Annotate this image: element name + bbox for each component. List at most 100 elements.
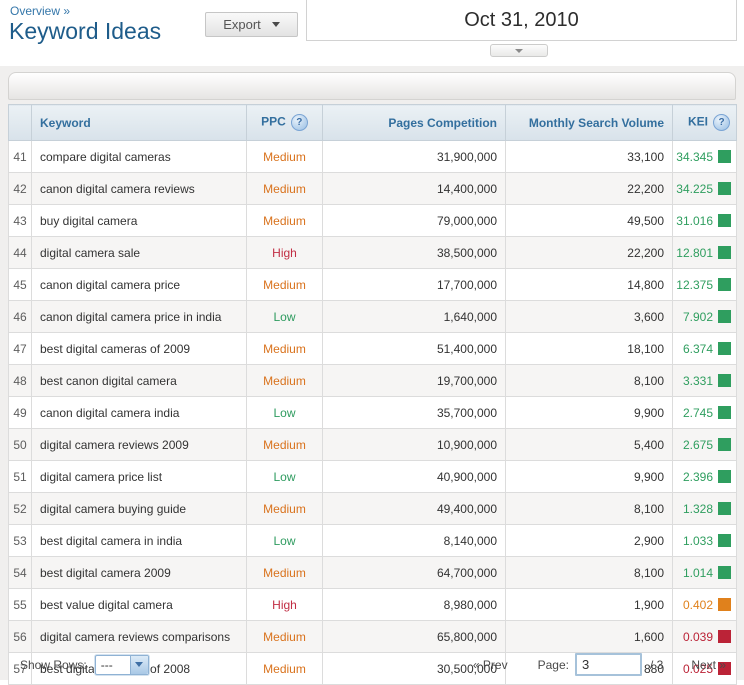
- keyword-cell[interactable]: best canon digital camera: [32, 365, 247, 397]
- keyword-cell[interactable]: buy digital camera: [32, 205, 247, 237]
- search-volume-value: 9,900: [506, 397, 673, 429]
- keyword-cell[interactable]: digital camera reviews comparisons: [32, 621, 247, 653]
- keyword-cell[interactable]: digital camera sale: [32, 237, 247, 269]
- row-number: 48: [9, 365, 32, 397]
- keyword-cell[interactable]: canon digital camera price: [32, 269, 247, 301]
- prev-page-button[interactable]: « Prev: [473, 658, 508, 672]
- kei-value: 1.014: [683, 566, 713, 580]
- ppc-value: Medium: [263, 214, 306, 228]
- kei-value: 2.396: [683, 470, 713, 484]
- kei-indicator-icon: [718, 470, 731, 483]
- ppc-value: Low: [273, 470, 295, 484]
- next-page-button[interactable]: Next »: [691, 658, 726, 672]
- table-row[interactable]: 53 best digital camera in india Low 8,14…: [9, 525, 737, 557]
- kei-indicator-icon: [718, 438, 731, 451]
- kei-indicator-icon: [718, 342, 731, 355]
- kei-value: 3.331: [683, 374, 713, 388]
- kei-indicator-icon: [718, 566, 731, 579]
- row-number: 41: [9, 141, 32, 173]
- column-header-search-volume[interactable]: Monthly Search Volume: [506, 105, 673, 141]
- column-header-number: [9, 105, 32, 141]
- search-volume-value: 22,200: [506, 173, 673, 205]
- keyword-cell[interactable]: best digital camera in india: [32, 525, 247, 557]
- pages-competition-value: 65,800,000: [323, 621, 506, 653]
- table-row[interactable]: 46 canon digital camera price in india L…: [9, 301, 737, 333]
- kei-value: 1.328: [683, 502, 713, 516]
- row-number: 47: [9, 333, 32, 365]
- search-volume-value: 2,900: [506, 525, 673, 557]
- table-row[interactable]: 48 best canon digital camera Medium 19,7…: [9, 365, 737, 397]
- table-row[interactable]: 45 canon digital camera price Medium 17,…: [9, 269, 737, 301]
- keyword-cell[interactable]: best value digital camera: [32, 589, 247, 621]
- ppc-value: Medium: [263, 502, 306, 516]
- kei-indicator-icon: [718, 374, 731, 387]
- ppc-value: High: [272, 598, 297, 612]
- table-row[interactable]: 47 best digital cameras of 2009 Medium 5…: [9, 333, 737, 365]
- ppc-value: Low: [273, 406, 295, 420]
- row-number: 42: [9, 173, 32, 205]
- keyword-cell[interactable]: best digital cameras of 2009: [32, 333, 247, 365]
- table-row[interactable]: 52 digital camera buying guide Medium 49…: [9, 493, 737, 525]
- keyword-cell[interactable]: digital camera price list: [32, 461, 247, 493]
- table-body: 41 compare digital cameras Medium 31,900…: [9, 141, 737, 685]
- keyword-cell[interactable]: compare digital cameras: [32, 141, 247, 173]
- column-header-kei[interactable]: KEI?: [673, 105, 737, 141]
- keyword-cell[interactable]: canon digital camera reviews: [32, 173, 247, 205]
- pages-competition-value: 64,700,000: [323, 557, 506, 589]
- pages-competition-value: 17,700,000: [323, 269, 506, 301]
- kei-value: 2.675: [683, 438, 713, 452]
- pages-competition-value: 14,400,000: [323, 173, 506, 205]
- kei-indicator-icon: [718, 534, 731, 547]
- table-row[interactable]: 56 digital camera reviews comparisons Me…: [9, 621, 737, 653]
- pages-competition-value: 40,900,000: [323, 461, 506, 493]
- table-row[interactable]: 55 best value digital camera High 8,980,…: [9, 589, 737, 621]
- chevron-down-icon: [135, 662, 143, 667]
- keyword-cell[interactable]: digital camera buying guide: [32, 493, 247, 525]
- column-header-label: KEI: [688, 115, 708, 129]
- kei-help-icon[interactable]: ?: [713, 114, 730, 131]
- kei-value: 12.375: [676, 278, 713, 292]
- date-panel-toggle-button[interactable]: [490, 44, 548, 57]
- kei-indicator-icon: [718, 630, 731, 643]
- table-row[interactable]: 43 buy digital camera Medium 79,000,000 …: [9, 205, 737, 237]
- date-range-display[interactable]: Oct 31, 2010: [306, 0, 737, 41]
- kei-value: 34.225: [676, 182, 713, 196]
- column-header-ppc[interactable]: PPC?: [247, 105, 323, 141]
- search-volume-value: 8,100: [506, 365, 673, 397]
- row-number: 46: [9, 301, 32, 333]
- select-dropdown-button[interactable]: [130, 656, 148, 674]
- ppc-help-icon[interactable]: ?: [291, 114, 308, 131]
- column-header-keyword[interactable]: Keyword: [32, 105, 247, 141]
- table-row[interactable]: 49 canon digital camera india Low 35,700…: [9, 397, 737, 429]
- search-volume-value: 5,400: [506, 429, 673, 461]
- column-header-label: Monthly Search Volume: [529, 116, 664, 130]
- search-volume-value: 49,500: [506, 205, 673, 237]
- ppc-value: Medium: [263, 374, 306, 388]
- table-row[interactable]: 51 digital camera price list Low 40,900,…: [9, 461, 737, 493]
- table-row[interactable]: 50 digital camera reviews 2009 Medium 10…: [9, 429, 737, 461]
- table-row[interactable]: 41 compare digital cameras Medium 31,900…: [9, 141, 737, 173]
- ppc-value: Medium: [263, 182, 306, 196]
- keyword-cell[interactable]: best digital camera 2009: [32, 557, 247, 589]
- kei-value: 6.374: [683, 342, 713, 356]
- export-button[interactable]: Export: [205, 12, 298, 37]
- breadcrumb[interactable]: Overview »: [10, 4, 70, 18]
- pages-competition-value: 8,980,000: [323, 589, 506, 621]
- page-number-input[interactable]: [575, 653, 642, 676]
- keyword-cell[interactable]: digital camera reviews 2009: [32, 429, 247, 461]
- search-volume-value: 9,900: [506, 461, 673, 493]
- column-header-label: PPC: [261, 115, 286, 129]
- show-rows-label: Show Rows:: [20, 658, 87, 672]
- row-number: 49: [9, 397, 32, 429]
- table-row[interactable]: 42 canon digital camera reviews Medium 1…: [9, 173, 737, 205]
- pagination: « Prev Page: / 3 Next »: [473, 653, 736, 676]
- search-volume-value: 33,100: [506, 141, 673, 173]
- column-header-pages-competition[interactable]: Pages Competition: [323, 105, 506, 141]
- keyword-cell[interactable]: canon digital camera india: [32, 397, 247, 429]
- table-row[interactable]: 54 best digital camera 2009 Medium 64,70…: [9, 557, 737, 589]
- show-rows-select[interactable]: ---: [95, 655, 149, 675]
- row-number: 50: [9, 429, 32, 461]
- pages-competition-value: 79,000,000: [323, 205, 506, 237]
- keyword-cell[interactable]: canon digital camera price in india: [32, 301, 247, 333]
- table-row[interactable]: 44 digital camera sale High 38,500,000 2…: [9, 237, 737, 269]
